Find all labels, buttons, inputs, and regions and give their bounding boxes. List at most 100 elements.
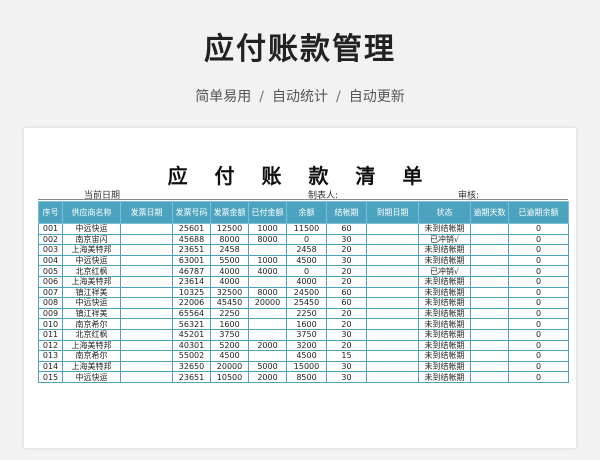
table-cell: 未到结帐期 — [418, 328, 471, 341]
table-cell: 46787 — [172, 265, 211, 277]
table-cell: 0 — [508, 244, 569, 256]
table-cell: 1600 — [286, 318, 327, 330]
table-cell: 23614 — [172, 275, 211, 288]
subtitle: 简单易用 / 自动统计 / 自动更新 — [0, 86, 600, 106]
table-row: 009 镇江祥美 65564 2250 2250 20 未到结帐期 0 — [38, 307, 569, 320]
table-cell: 60 — [326, 223, 367, 235]
table-row: 014 上海美特邦 32650 20000 5000 15000 30 未到结帐期 0 — [38, 360, 569, 373]
table-cell: 镇江祥美 — [62, 286, 121, 299]
table-cell: 未到结帐期 — [418, 307, 471, 320]
table-cell: 006 — [38, 275, 63, 288]
table-cell — [120, 360, 173, 373]
table-cell: 5000 — [248, 360, 287, 373]
table-cell: 009 — [38, 307, 63, 320]
table-cell — [366, 244, 419, 256]
table-cell: 已冲销√ — [418, 233, 471, 246]
column-header: 供应商名称 — [62, 201, 121, 224]
table-cell: 0 — [508, 286, 569, 299]
table-cell: 12500 — [210, 223, 249, 235]
spreadsheet-preview: 应 付 账 款 清 单 当前日期 制表人: 审核: 序号 供应商名称 发票日期 发票号… — [24, 128, 576, 448]
table-cell: 未到结帐期 — [418, 244, 471, 256]
table-row: 015 中远快运 23651 10500 2000 8500 30 未到结帐期 0 — [38, 371, 569, 383]
table-cell: 北京红枫 — [62, 328, 121, 341]
table-cell — [120, 244, 173, 256]
table-cell — [470, 297, 509, 309]
table-cell: 上海美特邦 — [62, 244, 121, 256]
table-cell — [120, 254, 173, 267]
table-cell — [470, 318, 509, 330]
table-cell: 20 — [326, 318, 367, 330]
table-cell — [470, 286, 509, 299]
table-cell — [470, 307, 509, 320]
table-cell: 5200 — [210, 339, 249, 352]
table-row: 005 北京红枫 46787 4000 4000 0 20 已冲销√ 0 — [38, 265, 569, 277]
table-cell: 0 — [286, 265, 327, 277]
table-cell: 10500 — [210, 371, 249, 383]
table-cell — [470, 360, 509, 373]
table-cell: 20 — [326, 244, 367, 256]
table-cell: 1000 — [248, 254, 287, 267]
table-cell: 0 — [508, 265, 569, 277]
table-cell: 15 — [326, 350, 367, 362]
table-cell: 4000 — [210, 275, 249, 288]
table-cell: 0 — [508, 223, 569, 235]
reviewer-label: 审核: — [458, 191, 480, 201]
table-cell: 中远快运 — [62, 254, 121, 267]
table-cell: 4500 — [286, 254, 327, 267]
table-cell: 20000 — [210, 360, 249, 373]
table-cell: 中远快运 — [62, 297, 121, 309]
table-cell: 已冲销√ — [418, 265, 471, 277]
table-row: 002 南京宙闪 45688 8000 8000 0 30 已冲销√ 0 — [38, 233, 569, 246]
column-header: 余额 — [286, 201, 327, 224]
table-cell: 1000 — [248, 223, 287, 235]
table-cell — [366, 275, 419, 288]
table-header-row: 序号 供应商名称 发票日期 发票号码 发票金额 已付金额 余额 结帐期 到期日期 状态 逾期天数 已逾… — [38, 201, 569, 224]
table-cell: 30 — [326, 254, 367, 267]
table-cell: 中远快运 — [62, 223, 121, 235]
table-cell: 4000 — [210, 265, 249, 277]
table-cell: 上海美特邦 — [62, 360, 121, 373]
subtitle-separator: / — [259, 89, 264, 105]
table-cell — [248, 275, 287, 288]
table-cell — [248, 244, 287, 256]
table-cell — [120, 286, 173, 299]
table-cell: 1600 — [210, 318, 249, 330]
table-cell: 0 — [508, 371, 569, 383]
table-cell: 010 — [38, 318, 63, 330]
table-cell: 0 — [508, 254, 569, 267]
table-cell: 10325 — [172, 286, 211, 299]
table-cell: 20000 — [248, 297, 287, 309]
table-cell — [248, 328, 287, 341]
current-date-label: 当前日期 — [84, 191, 121, 201]
table-cell: 0 — [508, 297, 569, 309]
table-cell — [120, 297, 173, 309]
table-row: 008 中远快运 22006 45450 20000 25450 60 未到结帐期 0 — [38, 297, 569, 309]
table-cell — [366, 318, 419, 330]
table-cell — [120, 265, 173, 277]
sheet-title: 应 付 账 款 清 单 — [167, 164, 433, 188]
table-cell: 15000 — [286, 360, 327, 373]
column-header: 结帐期 — [326, 201, 367, 224]
sheet-meta-row: 当前日期 制表人: 审核: — [38, 188, 568, 201]
table-cell: 8500 — [286, 371, 327, 383]
table-cell — [470, 233, 509, 246]
table-cell: 南京宙闪 — [62, 233, 121, 246]
table-cell: 2250 — [286, 307, 327, 320]
table-cell: 未到结帐期 — [418, 339, 471, 352]
table-cell — [470, 328, 509, 341]
table-cell: 南京希尔 — [62, 350, 121, 362]
table-cell: 11500 — [286, 223, 327, 235]
table-cell: 未到结帐期 — [418, 350, 471, 362]
table-cell: 2000 — [248, 371, 287, 383]
table-cell — [470, 371, 509, 383]
table-cell: 23651 — [172, 371, 211, 383]
table-cell: 30 — [326, 328, 367, 341]
table-cell: 20 — [326, 275, 367, 288]
table-cell: 45450 — [210, 297, 249, 309]
table-cell: 0 — [508, 350, 569, 362]
table-cell: 008 — [38, 297, 63, 309]
table-cell: 32650 — [172, 360, 211, 373]
table-cell — [248, 307, 287, 320]
table-cell: 20 — [326, 339, 367, 352]
table-cell: 0 — [508, 339, 569, 352]
